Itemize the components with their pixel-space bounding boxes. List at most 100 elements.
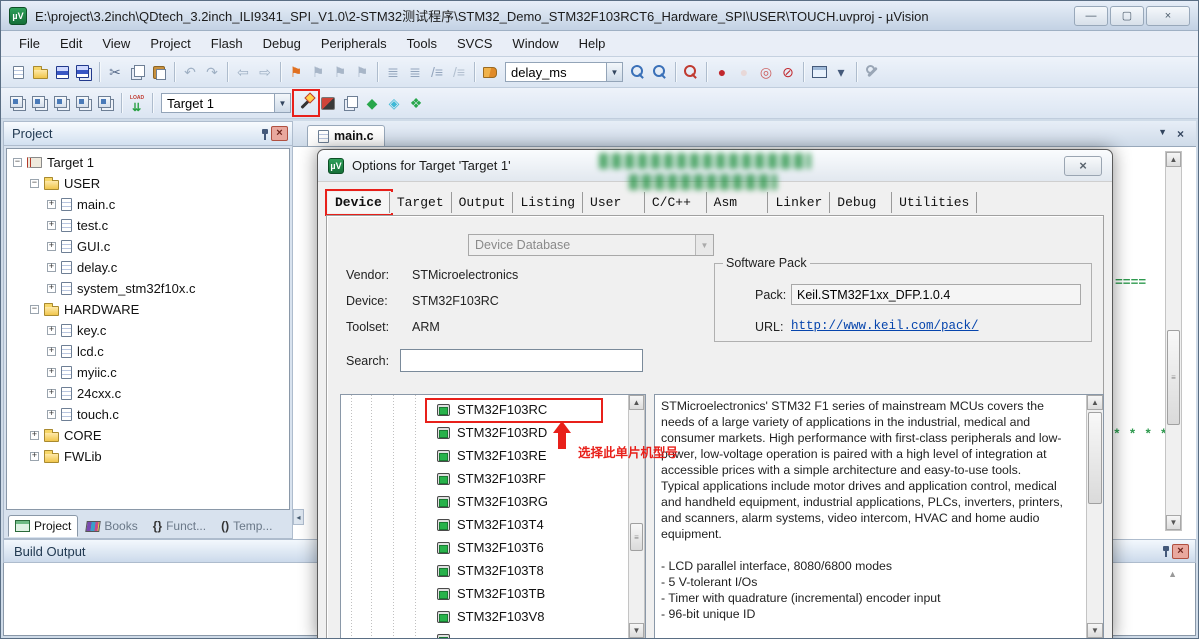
dialog-tab-c-c[interactable]: C/C++ bbox=[645, 192, 707, 213]
file-extensions-icon[interactable] bbox=[317, 92, 339, 114]
copy-icon[interactable] bbox=[126, 61, 148, 83]
dialog-close-button[interactable]: × bbox=[1064, 156, 1102, 176]
configure-icon[interactable] bbox=[861, 61, 883, 83]
expander-expand-icon[interactable]: + bbox=[47, 326, 56, 335]
insert-breakpoint-icon[interactable]: ● bbox=[711, 61, 733, 83]
maximize-button[interactable]: ▢ bbox=[1110, 6, 1144, 26]
clear-bookmarks-icon[interactable]: ⚑ bbox=[351, 61, 373, 83]
tree-item-test-c[interactable]: +test.c bbox=[7, 215, 289, 236]
scrollbar-thumb[interactable] bbox=[1088, 412, 1102, 504]
tree-item-hardware[interactable]: −HARDWARE bbox=[7, 299, 289, 320]
scroll-down-icon[interactable]: ▼ bbox=[1166, 515, 1181, 530]
device-item-stm32f103rd[interactable]: STM32F103RD bbox=[341, 421, 645, 444]
menu-item-peripherals[interactable]: Peripherals bbox=[311, 33, 397, 54]
undo-icon[interactable]: ↶ bbox=[179, 61, 201, 83]
batch-build-icon[interactable] bbox=[73, 92, 95, 114]
tree-item-fwlib[interactable]: +FWLib bbox=[7, 446, 289, 467]
minimize-button[interactable]: — bbox=[1074, 6, 1108, 26]
target-select-combobox[interactable]: ▼ bbox=[161, 93, 291, 113]
expander-expand-icon[interactable]: + bbox=[47, 200, 56, 209]
device-item-stm32f103rg[interactable]: STM32F103RG bbox=[341, 490, 645, 513]
dialog-tab-output[interactable]: Output bbox=[452, 192, 514, 213]
description-scrollbar[interactable]: ▲ ▼ bbox=[1086, 395, 1103, 638]
scroll-down-icon[interactable]: ▼ bbox=[1087, 623, 1103, 638]
translate-icon[interactable] bbox=[7, 92, 29, 114]
dialog-tab-linker[interactable]: Linker bbox=[768, 192, 830, 213]
find-in-files-icon[interactable] bbox=[680, 61, 702, 83]
expander-collapse-icon[interactable]: − bbox=[30, 305, 39, 314]
kill-all-breakpoints-icon[interactable]: ⊘ bbox=[777, 61, 799, 83]
dialog-tab-device[interactable]: Device bbox=[328, 192, 390, 213]
disable-breakpoint-icon[interactable]: ● bbox=[733, 61, 755, 83]
tree-item-target-1[interactable]: −Target 1 bbox=[7, 152, 289, 173]
expander-collapse-icon[interactable]: − bbox=[13, 158, 22, 167]
device-item-stm32f103tb[interactable]: STM32F103TB bbox=[341, 582, 645, 605]
device-item-stm32f103rf[interactable]: STM32F103RF bbox=[341, 467, 645, 490]
expander-expand-icon[interactable]: + bbox=[47, 242, 56, 251]
tree-item-core[interactable]: +CORE bbox=[7, 425, 289, 446]
paste-icon[interactable] bbox=[148, 61, 170, 83]
scrollbar-thumb[interactable]: ≡ bbox=[1167, 330, 1180, 425]
tab-list-dropdown-icon[interactable]: ▼ bbox=[1158, 127, 1167, 141]
tree-item-key-c[interactable]: +key.c bbox=[7, 320, 289, 341]
menu-item-svcs[interactable]: SVCS bbox=[447, 33, 502, 54]
toggle-bookmark-icon[interactable]: ⚑ bbox=[285, 61, 307, 83]
search-combobox[interactable]: ▼ bbox=[505, 62, 623, 82]
save-icon[interactable] bbox=[51, 61, 73, 83]
close-button[interactable]: × bbox=[1146, 6, 1190, 26]
dialog-tab-debug[interactable]: Debug bbox=[830, 192, 892, 213]
dialog-tab-listing[interactable]: Listing bbox=[513, 192, 583, 213]
previous-bookmark-icon[interactable]: ⚑ bbox=[307, 61, 329, 83]
expander-expand-icon[interactable]: + bbox=[47, 389, 56, 398]
tree-item-delay-c[interactable]: +delay.c bbox=[7, 257, 289, 278]
menu-item-help[interactable]: Help bbox=[569, 33, 616, 54]
panel-tab-project[interactable]: Project bbox=[8, 515, 78, 537]
menu-item-edit[interactable]: Edit bbox=[50, 33, 92, 54]
pin-icon[interactable] bbox=[259, 127, 271, 141]
device-search-input[interactable] bbox=[400, 349, 643, 372]
new-file-icon[interactable] bbox=[7, 61, 29, 83]
options-for-target-icon[interactable] bbox=[295, 92, 317, 114]
scroll-up-icon[interactable]: ▲ bbox=[1087, 395, 1103, 410]
menu-item-window[interactable]: Window bbox=[502, 33, 568, 54]
expander-expand-icon[interactable]: + bbox=[47, 410, 56, 419]
scroll-up-icon[interactable]: ▲ bbox=[629, 395, 644, 410]
documentation-icon[interactable] bbox=[479, 61, 501, 83]
device-list-scrollbar[interactable]: ▲ ≡ ▼ bbox=[628, 395, 645, 638]
expander-collapse-icon[interactable]: − bbox=[30, 179, 39, 188]
target-select-input[interactable] bbox=[162, 95, 274, 111]
tree-item-system-stm32f10x-c[interactable]: +system_stm32f10x.c bbox=[7, 278, 289, 299]
expander-expand-icon[interactable]: + bbox=[47, 263, 56, 272]
menu-item-tools[interactable]: Tools bbox=[397, 33, 447, 54]
cut-icon[interactable]: ✂ bbox=[104, 61, 126, 83]
menu-item-flash[interactable]: Flash bbox=[201, 33, 253, 54]
manage-project-items-icon[interactable] bbox=[339, 92, 361, 114]
open-icon[interactable] bbox=[29, 61, 51, 83]
navigate-back-icon[interactable]: ⇦ bbox=[232, 61, 254, 83]
chevron-down-icon[interactable]: ▼ bbox=[274, 94, 290, 112]
expander-expand-icon[interactable]: + bbox=[47, 368, 56, 377]
menu-item-file[interactable]: File bbox=[9, 33, 50, 54]
navigate-forward-icon[interactable]: ⇨ bbox=[254, 61, 276, 83]
next-bookmark-icon[interactable]: ⚑ bbox=[329, 61, 351, 83]
tree-item-gui-c[interactable]: +GUI.c bbox=[7, 236, 289, 257]
lookup-word-icon[interactable] bbox=[627, 61, 649, 83]
memory-window-icon[interactable] bbox=[808, 61, 830, 83]
select-software-packs-icon[interactable]: ◆ bbox=[361, 92, 383, 114]
find-next-icon[interactable] bbox=[649, 61, 671, 83]
comment-icon[interactable]: /≡ bbox=[426, 61, 448, 83]
chevron-down-icon[interactable]: ▼ bbox=[606, 63, 622, 81]
menu-item-view[interactable]: View bbox=[92, 33, 140, 54]
panel-tab-temp[interactable]: ()Temp... bbox=[214, 515, 279, 537]
scroll-up-icon[interactable]: ▲ bbox=[1168, 569, 1177, 579]
unindent-icon[interactable]: ≣ bbox=[382, 61, 404, 83]
window-dropdown-icon[interactable]: ▾ bbox=[830, 61, 852, 83]
expander-expand-icon[interactable]: + bbox=[47, 284, 56, 293]
expander-expand-icon[interactable]: + bbox=[47, 221, 56, 230]
device-item-stm32f103t8[interactable]: STM32F103T8 bbox=[341, 559, 645, 582]
tree-item-touch-c[interactable]: +touch.c bbox=[7, 404, 289, 425]
menu-item-debug[interactable]: Debug bbox=[253, 33, 311, 54]
pack-installer-icon[interactable]: ◈ bbox=[383, 92, 405, 114]
menu-item-project[interactable]: Project bbox=[140, 33, 200, 54]
editor-tab-main-c[interactable]: main.c bbox=[307, 125, 385, 146]
